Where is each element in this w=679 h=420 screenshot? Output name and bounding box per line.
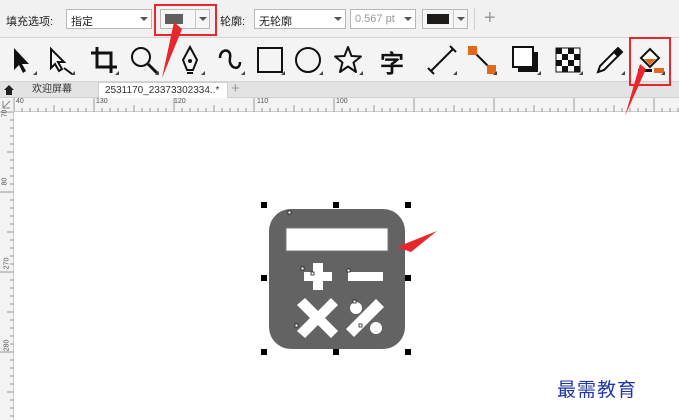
fill-mode-value: 指定 (71, 16, 93, 28)
fill-mode-select[interactable]: 指定 (66, 9, 152, 29)
transparency-icon[interactable] (550, 42, 586, 78)
artistic-media-icon[interactable] (212, 42, 248, 78)
outline-mode-select[interactable]: 无轮廓 (254, 9, 346, 29)
crop-tool-icon[interactable] (86, 42, 122, 78)
ruler-label: 280 (3, 339, 11, 352)
flyout-corner-icon (241, 71, 245, 75)
pick-tool-icon[interactable] (4, 42, 40, 78)
drop-shadow-icon[interactable] (508, 42, 544, 78)
fill-color-highlight (154, 4, 217, 36)
toolbox: 字 (0, 38, 679, 82)
outline-width-value: 0.567 pt (355, 13, 395, 25)
add-icon[interactable]: + (484, 6, 496, 30)
chevron-down-icon (331, 10, 345, 28)
outline-color-picker[interactable] (422, 9, 468, 29)
chevron-down-icon (137, 10, 151, 28)
flyout-corner-icon (281, 71, 285, 75)
pen-tool-icon[interactable] (172, 42, 208, 78)
tab-welcome-screen[interactable]: 欢迎屏幕 (20, 82, 96, 98)
shape-tool-icon[interactable] (42, 42, 78, 78)
chevron-down-icon (453, 10, 467, 28)
property-bar: 填充选项: 指定 轮廓: 无轮廓 0.567 pt + (0, 0, 679, 38)
fill-options-label: 填充选项: (6, 16, 54, 28)
outline-mode-value: 无轮廓 (259, 16, 292, 28)
calculator-icon[interactable] (269, 209, 405, 349)
drawing-canvas[interactable] (15, 112, 679, 420)
ruler-label: 270 (3, 257, 11, 270)
flyout-corner-icon (493, 71, 497, 75)
outline-color-swatch (427, 14, 449, 24)
zoom-tool-icon[interactable] (126, 42, 162, 78)
ruler-label: 40 (16, 98, 24, 105)
flyout-corner-icon (155, 71, 159, 75)
document-tab-bar: 欢迎屏幕 2531170_23373302334..* + (0, 80, 679, 99)
flyout-corner-icon (579, 71, 583, 75)
flyout-corner-icon (115, 71, 119, 75)
flyout-corner-icon (201, 71, 205, 75)
flyout-corner-icon (319, 71, 323, 75)
ruler-label: 70 (1, 109, 9, 118)
interactive-fill-highlight (629, 37, 671, 86)
dimension-tool-icon[interactable] (424, 42, 460, 78)
connector-tool-icon[interactable] (464, 42, 500, 78)
flyout-corner-icon (537, 71, 541, 75)
tab-document[interactable]: 2531170_23373302334..* (98, 82, 228, 98)
flyout-corner-icon (33, 71, 37, 75)
flyout-corner-icon (359, 71, 363, 75)
flyout-corner-icon (453, 71, 457, 75)
watermark: 最需教育 (557, 379, 638, 401)
rectangle-tool-icon[interactable] (252, 42, 288, 78)
vertical-ruler[interactable]: 70 80 270 280 (0, 109, 14, 420)
eyedropper-icon[interactable] (592, 42, 628, 78)
star-tool-icon[interactable] (330, 42, 366, 78)
ellipse-tool-icon[interactable] (290, 42, 326, 78)
ruler-label: 120 (174, 98, 186, 105)
tab-document-label: 2531170_23373302334..* (105, 85, 220, 96)
ruler-label: 130 (96, 98, 108, 105)
flyout-corner-icon (71, 71, 75, 75)
flyout-corner-icon (621, 71, 625, 75)
ruler-label: 100 (336, 98, 348, 105)
outline-width-select[interactable]: 0.567 pt (350, 9, 416, 29)
text-tool-glyph: 字 (380, 50, 404, 78)
text-tool-icon[interactable]: 字 (376, 42, 412, 78)
add-tab-icon[interactable]: + (231, 80, 240, 97)
ruler-label: 80 (1, 177, 9, 186)
horizontal-ruler[interactable]: 40 130 120 110 100 (14, 98, 679, 112)
chevron-down-icon (401, 10, 415, 28)
toolbar-divider (474, 8, 475, 30)
ruler-label: 110 (257, 98, 269, 105)
home-icon[interactable] (3, 84, 15, 99)
outline-label: 轮廓: (220, 16, 246, 28)
tab-welcome-label: 欢迎屏幕 (32, 84, 72, 95)
